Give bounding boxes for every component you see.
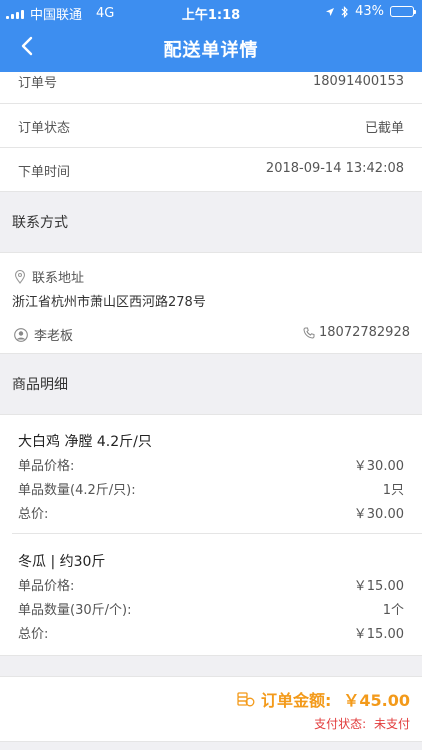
order-status-value: 已截单 — [364, 121, 404, 136]
order-amount-line: 订单金额: ￥45.00 — [237, 687, 410, 711]
products-section-title: 商品明细 — [12, 377, 68, 393]
phone-number: 18072782928 — [319, 325, 410, 340]
quantity-value: 1只 — [382, 483, 404, 498]
contact-person-group: 李老板 — [14, 325, 73, 344]
address-label: 联系地址 — [32, 271, 85, 286]
order-number-value: 18091400153 — [313, 74, 404, 89]
quantity-label: 单品数量(30斤/个): — [18, 603, 132, 618]
payment-status-value: 未支付 — [373, 717, 410, 731]
order-status-row: 订单状态 已截单 — [0, 104, 422, 148]
order-number-label: 订单号 — [18, 76, 58, 91]
payment-status-line: 支付状态: 未支付 — [314, 715, 410, 732]
product-item: 大白鸡 净膛 4.2斤/只 单品价格: ￥30.00 单品数量(4.2斤/只):… — [0, 415, 422, 533]
unit-price-line: 单品价格: ￥15.00 — [18, 575, 404, 595]
phone-icon — [303, 327, 315, 339]
user-icon — [14, 327, 28, 342]
product-name: 冬瓜 | 约30斤 — [18, 554, 106, 570]
order-summary: 订单金额: ￥45.00 支付状态: 未支付 — [0, 676, 422, 742]
unit-price-label: 单品价格: — [18, 579, 75, 594]
unit-price-value: ￥30.00 — [353, 459, 404, 474]
battery-icon — [390, 6, 416, 17]
coins-icon — [237, 692, 255, 707]
contact-person-name: 李老板 — [34, 329, 74, 344]
unit-price-value: ￥15.00 — [353, 579, 404, 594]
phone-link[interactable]: 18072782928 — [303, 325, 410, 340]
total-price-label: 总价: — [18, 627, 49, 642]
order-status-label: 订单状态 — [18, 121, 71, 136]
order-time-value: 2018-09-14 13:42:08 — [265, 161, 404, 176]
products-section-header: 商品明细 — [0, 354, 422, 414]
battery-percent: 43% — [355, 4, 384, 19]
order-amount-value: ￥45.00 — [343, 691, 410, 710]
payment-status-label: 支付状态: — [314, 717, 367, 731]
quantity-value: 1个 — [382, 603, 404, 618]
total-price-label: 总价: — [18, 507, 49, 522]
status-right: 43% — [325, 4, 416, 19]
order-time-row: 下单时间 2018-09-14 13:42:08 — [0, 148, 422, 192]
quantity-line: 单品数量(30斤/个): 1个 — [18, 599, 404, 619]
total-price-value: ￥15.00 — [353, 627, 404, 642]
total-price-line: 总价: ￥15.00 — [18, 623, 404, 643]
product-item: 冬瓜 | 约30斤 单品价格: ￥15.00 单品数量(30斤/个): 1个 总… — [0, 535, 422, 653]
address-label-group: 联系地址 — [14, 267, 84, 286]
quantity-label: 单品数量(4.2斤/只): — [18, 483, 136, 498]
unit-price-line: 单品价格: ￥30.00 — [18, 455, 404, 475]
total-price-value: ￥30.00 — [353, 507, 404, 522]
order-amount-label: 订单金额: — [260, 691, 332, 710]
contact-card: 联系地址 浙江省杭州市萧山区西河路278号 李老板 18072782928 — [0, 252, 422, 354]
address-text: 浙江省杭州市萧山区西河路278号 — [12, 295, 206, 310]
product-name: 大白鸡 净膛 4.2斤/只 — [18, 434, 152, 450]
products-card: 大白鸡 净膛 4.2斤/只 单品价格: ￥30.00 单品数量(4.2斤/只):… — [0, 414, 422, 656]
contact-section-title: 联系方式 — [12, 215, 68, 231]
page-content: 订单号 18091400153 订单状态 已截单 下单时间 2018-09-14… — [0, 72, 422, 742]
location-pin-icon — [14, 269, 26, 284]
app-header: 中国联通 4G 上午1:18 43% 配送单详情 — [0, 0, 422, 72]
contact-section-header: 联系方式 — [0, 192, 422, 252]
location-icon — [326, 7, 335, 16]
bluetooth-icon — [341, 5, 348, 18]
product-divider — [12, 533, 422, 534]
total-price-line: 总价: ￥30.00 — [18, 503, 404, 523]
page-title: 配送单详情 — [163, 40, 259, 61]
order-time-label: 下单时间 — [18, 165, 71, 180]
quantity-line: 单品数量(4.2斤/只): 1只 — [18, 479, 404, 499]
order-number-row: 订单号 18091400153 — [0, 72, 422, 104]
unit-price-label: 单品价格: — [18, 459, 75, 474]
status-bar: 中国联通 4G 上午1:18 43% — [0, 0, 422, 24]
